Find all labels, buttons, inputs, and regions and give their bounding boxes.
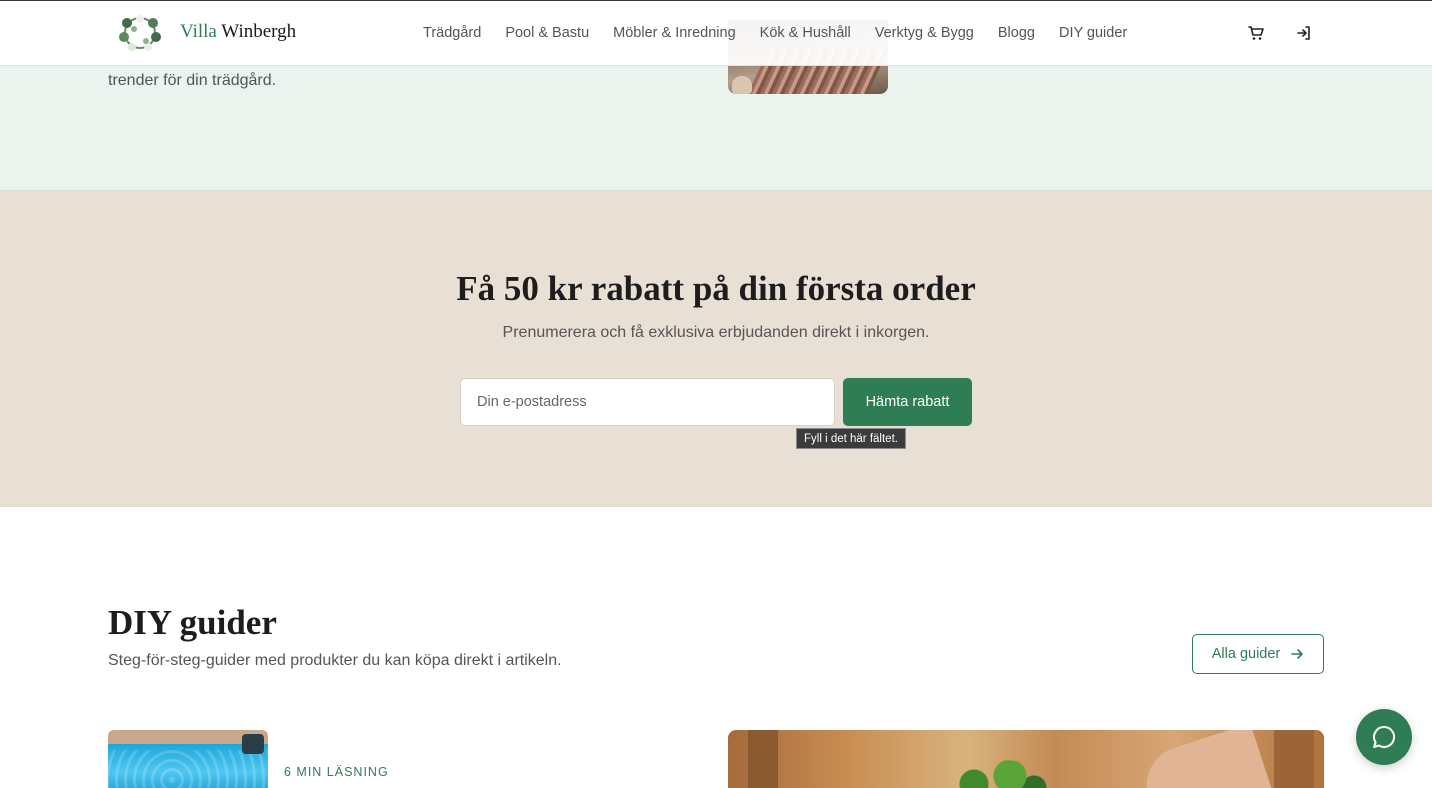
arrow-right-icon [1291,649,1304,659]
hero-text: trender för din trädgård. [108,72,277,89]
newsletter-subtitle: Prenumerera och få exklusiva erbjudanden… [502,324,930,341]
validation-tooltip: Fyll i det här fältet. [796,428,906,449]
guide-card-image-garden[interactable] [728,730,1324,788]
pool-robot [242,734,264,754]
chat-button[interactable] [1356,709,1412,765]
main-nav: Trädgård Pool & Bastu Möbler & Inredning… [423,25,1127,41]
newsletter-title: Få 50 kr rabatt på din första order [456,269,976,308]
cart-icon[interactable] [1247,24,1265,42]
logo-text: Villa Winbergh [180,21,296,43]
diy-title: DIY guider [108,603,277,642]
nav-item-kok-hushall[interactable]: Kök & Hushåll [760,25,851,41]
get-discount-button[interactable]: Hämta rabatt [843,378,972,426]
nav-item-blogg[interactable]: Blogg [998,25,1035,41]
login-icon[interactable] [1295,24,1313,42]
all-guides-button[interactable]: Alla guider [1192,634,1324,674]
logo-text-accent: Villa [180,21,217,42]
site-logo[interactable]: Villa Winbergh [114,11,296,53]
nav-item-diy-guider[interactable]: DIY guider [1059,25,1127,41]
guide-card-image-pool[interactable] [108,730,268,788]
pool-water [108,750,268,788]
logo-text-rest: Winbergh [221,21,297,42]
garden-plant [938,760,1058,788]
garden-post-left [748,730,778,788]
email-field[interactable] [460,378,835,426]
garden-hand [1136,730,1272,788]
diy-subtitle: Steg-för-steg-guider med produkter du ka… [108,652,562,669]
all-guides-label: Alla guider [1211,646,1281,662]
hero-image-pot [732,76,752,94]
nav-item-mobler-inredning[interactable]: Möbler & Inredning [613,25,736,41]
garden-post-right [1274,730,1314,788]
read-time-label: 6 MIN LÄSNING [284,765,389,779]
chat-icon [1373,725,1396,748]
nav-item-pool-bastu[interactable]: Pool & Bastu [505,25,589,41]
newsletter-section: Få 50 kr rabatt på din första order Pren… [0,191,1432,507]
nav-item-verktyg-bygg[interactable]: Verktyg & Bygg [875,25,974,41]
logo-wreath-icon [119,15,161,51]
site-header: Villa Winbergh Trädgård Pool & Bastu Möb… [0,0,1432,66]
nav-item-tradgard[interactable]: Trädgård [423,25,481,41]
